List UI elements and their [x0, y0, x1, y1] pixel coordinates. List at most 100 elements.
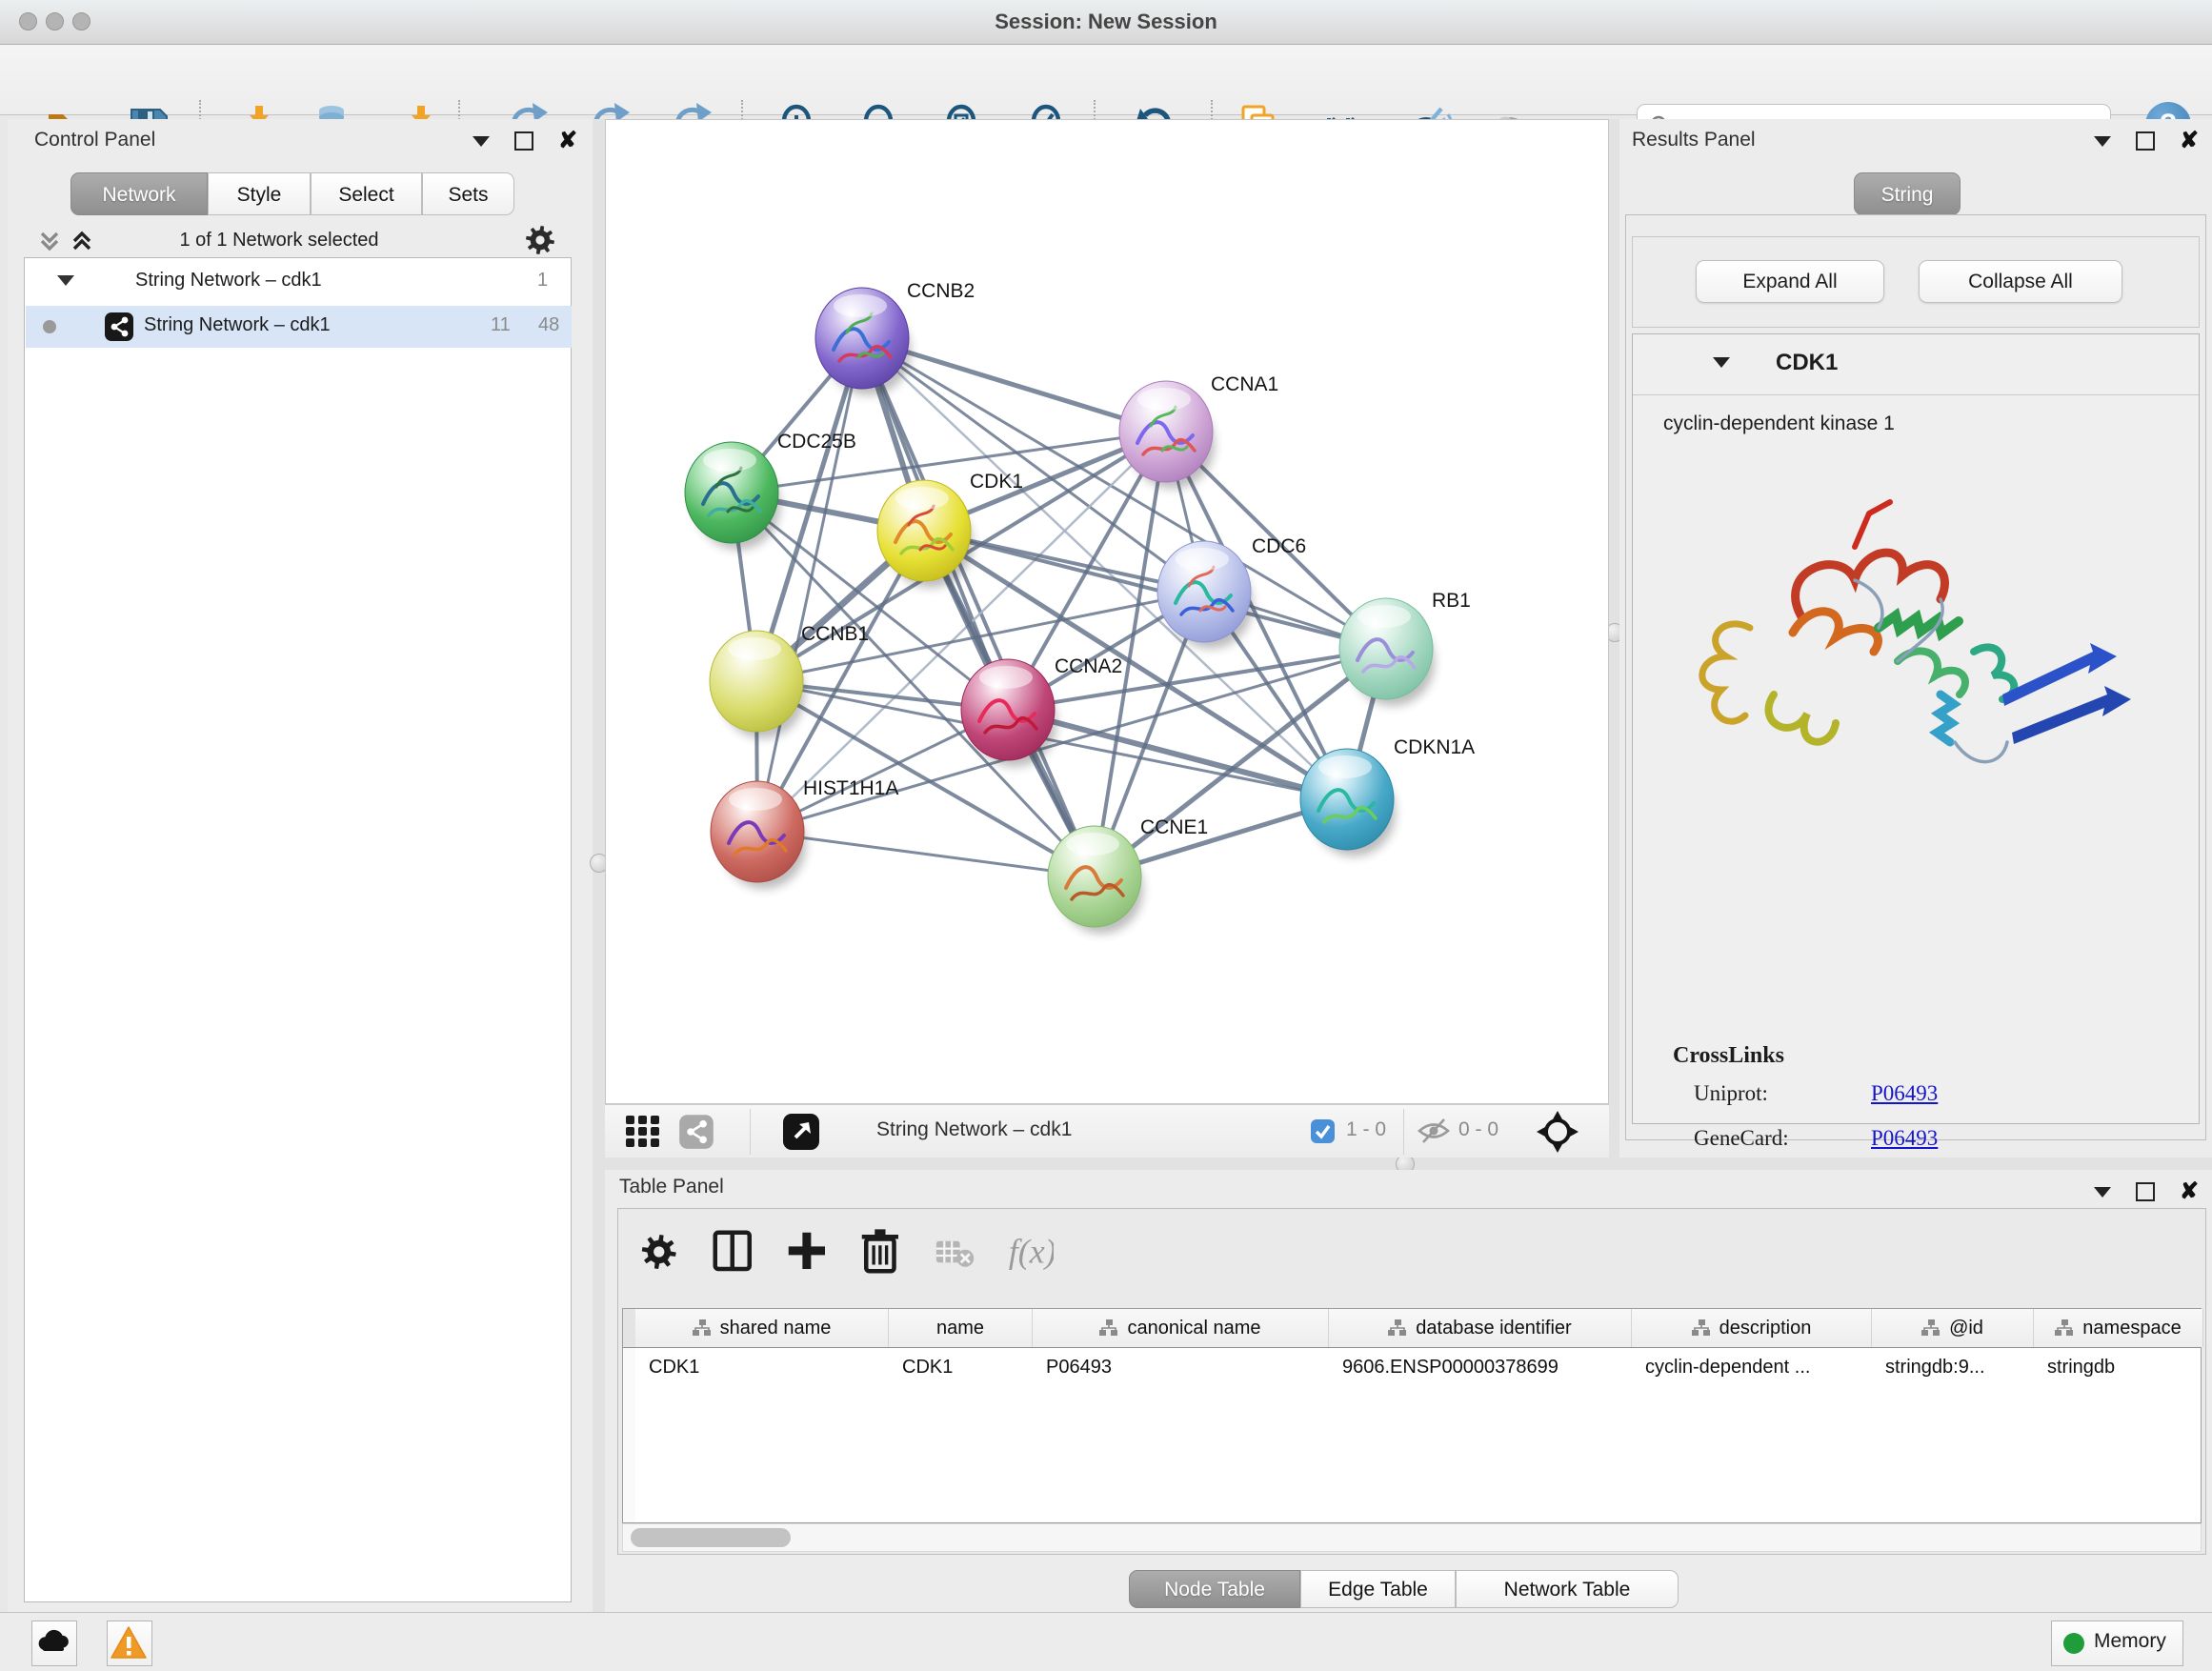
node-label-RB1: RB1 [1432, 590, 1471, 612]
string-share-icon[interactable] [677, 1114, 715, 1150]
crosslink-label: Uniprot: [1694, 1081, 1871, 1106]
table-panel-collapse-icon[interactable] [2094, 1187, 2111, 1198]
collapse-all-networks-icon[interactable] [34, 226, 65, 256]
network-selection-status: 1 of 1 Network selected [122, 230, 436, 252]
delete-column-icon[interactable] [855, 1226, 907, 1278]
column-header-description[interactable]: description [1632, 1309, 1872, 1347]
table-cell[interactable]: CDK1 [635, 1347, 889, 1387]
column-header-namespace[interactable]: namespace [2034, 1309, 2203, 1347]
node-label-CCNB1: CCNB1 [801, 623, 869, 645]
fit-selected-target-icon[interactable] [1537, 1111, 1579, 1153]
table-cell[interactable]: P06493 [1033, 1347, 1329, 1387]
selected-checkbox-icon[interactable] [1310, 1118, 1336, 1144]
results-panel-title: Results Panel [1632, 129, 1756, 151]
results-panel-close-icon[interactable]: ✘ [2180, 131, 2199, 151]
tab-string[interactable]: String [1854, 172, 1961, 215]
network-view-canvas[interactable]: CCNB2CCNA1CDC25BCDK1CDC6RB1CCNB1CCNA2CDK… [605, 119, 1609, 1104]
selected-counts: 1 - 0 [1346, 1118, 1386, 1141]
hidden-counts: 0 - 0 [1458, 1118, 1498, 1141]
network-row-selected[interactable]: String Network – cdk1 11 48 [26, 306, 572, 348]
network-list: String Network – cdk1 1 String Network –… [24, 257, 572, 1602]
node-result-section: CDK1 cyclin-dependent kinase 1 [1632, 333, 2200, 1124]
tab-network[interactable]: Network [70, 172, 208, 215]
network-node-CDKN1A[interactable]: CDKN1A [1300, 736, 1475, 856]
table-cell[interactable]: stringdb [2034, 1347, 2203, 1387]
memory-status-button[interactable]: Memory [2051, 1621, 2183, 1666]
column-header-database-identifier[interactable]: database identifier [1329, 1309, 1632, 1347]
results-buttons-box: Expand All Collapse All [1632, 236, 2200, 328]
application-window: Session: New Session ? [0, 0, 2212, 1671]
expand-all-button[interactable]: Expand All [1696, 260, 1884, 303]
main-toolbar: ? [0, 45, 2212, 115]
node-label-CDC25B: CDC25B [777, 431, 856, 453]
column-gear-icon[interactable] [635, 1226, 687, 1278]
network-collection-row[interactable]: String Network – cdk1 1 [25, 266, 571, 300]
network-options-gear-icon[interactable] [524, 224, 556, 256]
node-table: shared nameCDK1nameCDK1 canonical nameP0… [622, 1308, 2202, 1523]
table-horizontal-scrollbar[interactable] [622, 1523, 2202, 1552]
table-cell[interactable]: 9606.ENSP00000378699 [1329, 1347, 1632, 1387]
tab-network-table[interactable]: Network Table [1456, 1570, 1679, 1608]
node-label-CCNE1: CCNE1 [1140, 816, 1208, 838]
network-node-CCNA1[interactable]: CCNA1 [1119, 373, 1278, 489]
status-bar: Memory [0, 1612, 2212, 1671]
expand-all-networks-icon[interactable] [67, 226, 97, 256]
section-collapse-icon[interactable] [1713, 357, 1730, 368]
tab-sets[interactable]: Sets [422, 172, 514, 215]
table-cell[interactable]: cyclin-dependent ... [1632, 1347, 1872, 1387]
birdseye-view-icon[interactable] [782, 1113, 820, 1151]
tab-select[interactable]: Select [311, 172, 422, 215]
memory-ok-dot [2063, 1633, 2084, 1654]
network-node-RB1[interactable]: RB1 [1339, 590, 1471, 706]
edge-CDK1-RB1[interactable] [924, 531, 1386, 649]
result-node-description: cyclin-dependent kinase 1 [1663, 413, 1895, 435]
network-node-CCNE1[interactable]: CCNE1 [1048, 816, 1208, 934]
column-header-shared-name[interactable]: shared name [635, 1309, 889, 1347]
crosslink-link[interactable]: P06493 [1871, 1081, 1938, 1106]
control-panel-collapse-icon[interactable] [473, 136, 490, 147]
crosslink-link[interactable]: P06493 [1871, 1126, 1938, 1151]
table-panel-close-icon[interactable]: ✘ [2180, 1182, 2199, 1201]
network-node-count: 11 [491, 314, 511, 336]
cloud-icon [32, 1621, 74, 1663]
collection-expand-icon[interactable] [57, 275, 74, 286]
edge-HIST1H1A-CCNE1[interactable] [757, 832, 1095, 876]
network-view-footer: String Network – cdk1 1 - 0 0 - 0 [605, 1104, 1609, 1158]
show-columns-icon[interactable] [709, 1226, 760, 1278]
cloud-status-button[interactable] [31, 1621, 77, 1666]
table-cell[interactable]: stringdb:9... [1872, 1347, 2034, 1387]
network-node-CDK1[interactable]: CDK1 [877, 471, 1023, 588]
result-node-title: CDK1 [1776, 350, 1838, 376]
crosslinks-title: CrossLinks [1673, 1043, 1784, 1069]
warning-status-button[interactable] [107, 1621, 152, 1666]
grid-view-icon[interactable] [624, 1114, 662, 1150]
collapse-all-button[interactable]: Collapse All [1919, 260, 2122, 303]
network-title: String Network – cdk1 [876, 1118, 1072, 1141]
node-result-header[interactable]: CDK1 [1633, 334, 2199, 395]
column-header-canonical-name[interactable]: canonical name [1033, 1309, 1329, 1347]
table-cell[interactable]: CDK1 [889, 1347, 1033, 1387]
function-builder-icon: f(x) [1002, 1226, 1054, 1278]
network-node-HIST1H1A[interactable]: HIST1H1A [711, 777, 898, 889]
edge-CCNB2-HIST1H1A[interactable] [757, 338, 862, 832]
table-panel-title: Table Panel [619, 1176, 724, 1198]
results-panel-collapse-icon[interactable] [2094, 136, 2111, 147]
network-node-CDC6[interactable]: CDC6 [1157, 535, 1306, 649]
table-panel: Table Panel ✘ f(x) shared nameCDK1nameCD… [605, 1170, 2212, 1612]
node-label-CCNA1: CCNA1 [1211, 373, 1278, 395]
tab-style[interactable]: Style [208, 172, 311, 215]
network-node-CCNB2[interactable]: CCNB2 [815, 280, 975, 395]
table-panel-float-icon[interactable] [2136, 1182, 2155, 1201]
scrollbar-thumb[interactable] [631, 1528, 791, 1547]
results-panel: Results Panel ✘ String Expand All Collap… [1619, 119, 2212, 1158]
results-panel-float-icon[interactable] [2136, 131, 2155, 151]
tab-edge-table[interactable]: Edge Table [1300, 1570, 1456, 1608]
network-node-CCNB1[interactable]: CCNB1 [710, 623, 869, 738]
crosslink-row: GeneCard:P06493 [1694, 1126, 2189, 1151]
create-column-icon[interactable] [782, 1226, 834, 1278]
column-header--id[interactable]: @id [1872, 1309, 2034, 1347]
tab-node-table[interactable]: Node Table [1129, 1570, 1300, 1608]
control-panel-close-icon[interactable]: ✘ [558, 131, 577, 151]
control-panel-float-icon[interactable] [514, 131, 533, 151]
column-header-name[interactable]: name [889, 1309, 1033, 1347]
